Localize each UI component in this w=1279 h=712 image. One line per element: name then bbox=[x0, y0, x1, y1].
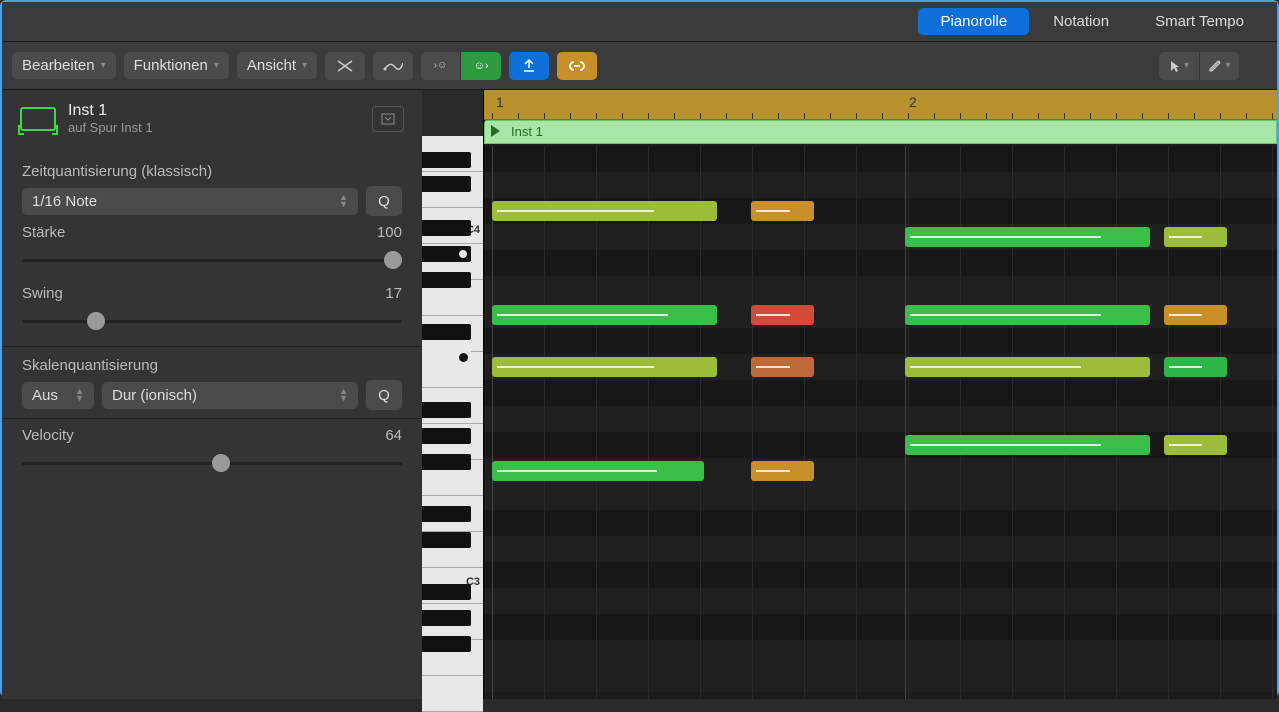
quantize-select[interactable]: 1/16 Note ▲▼ bbox=[22, 188, 358, 215]
midi-out-glyph: ›☺ bbox=[434, 60, 448, 71]
inspector-collapse-button[interactable] bbox=[372, 106, 404, 132]
region-name[interactable]: Inst 1 bbox=[68, 102, 153, 120]
midi-note[interactable] bbox=[905, 305, 1150, 325]
chevron-down-icon: ▾ bbox=[1184, 60, 1189, 71]
tab-smarttempo[interactable]: Smart Tempo bbox=[1133, 8, 1266, 35]
editor-tabs: Pianorolle Notation Smart Tempo bbox=[2, 2, 1277, 42]
slider-thumb[interactable] bbox=[212, 454, 230, 472]
stepper-icon: ▲▼ bbox=[75, 388, 84, 402]
tab-pianoroll[interactable]: Pianorolle bbox=[918, 8, 1029, 35]
midi-note[interactable] bbox=[492, 357, 717, 377]
scale-quant-label: Skalenquantisierung bbox=[22, 357, 402, 374]
scale-key-select[interactable]: Aus ▲▼ bbox=[22, 382, 94, 409]
midi-note[interactable] bbox=[905, 227, 1150, 247]
bar-number: 1 bbox=[496, 94, 504, 110]
stepper-icon: ▲▼ bbox=[339, 388, 348, 402]
scale-quantize-button[interactable]: Q bbox=[366, 380, 402, 410]
quantize-value: 1/16 Note bbox=[32, 193, 97, 210]
slider-thumb[interactable] bbox=[87, 312, 105, 330]
midi-note[interactable] bbox=[751, 357, 814, 377]
catch-icon[interactable] bbox=[509, 52, 549, 80]
automation-icon[interactable] bbox=[373, 52, 413, 80]
strength-slider[interactable] bbox=[22, 249, 402, 271]
chevron-down-icon: ▾ bbox=[214, 60, 219, 71]
midi-note[interactable] bbox=[751, 201, 814, 221]
chevron-down-icon: ▾ bbox=[302, 60, 307, 71]
play-icon bbox=[491, 125, 500, 137]
scale-mode-select[interactable]: Dur (ionisch) ▲▼ bbox=[102, 382, 358, 409]
instrument-icon bbox=[20, 107, 56, 131]
chevron-down-icon: ▾ bbox=[1225, 60, 1230, 71]
midi-note[interactable] bbox=[1164, 435, 1227, 455]
midi-note[interactable] bbox=[905, 357, 1150, 377]
view-menu[interactable]: Ansicht ▾ bbox=[237, 52, 317, 79]
velocity-value[interactable]: 64 bbox=[385, 427, 402, 444]
quantize-button[interactable]: Q bbox=[366, 186, 402, 216]
edit-label: Bearbeiten bbox=[22, 57, 95, 74]
velocity-slider[interactable] bbox=[22, 452, 402, 474]
edit-menu[interactable]: Bearbeiten ▾ bbox=[12, 52, 116, 79]
stepper-icon: ▲▼ bbox=[339, 194, 348, 208]
midi-note[interactable] bbox=[492, 305, 717, 325]
midi-note[interactable] bbox=[751, 461, 814, 481]
chevron-down-icon: ▾ bbox=[101, 60, 106, 71]
strength-label: Stärke bbox=[22, 224, 65, 241]
pencil-tool[interactable]: ▾ bbox=[1199, 52, 1239, 80]
quantize-label: Zeitquantisierung (klassisch) bbox=[22, 163, 402, 180]
scale-key-value: Aus bbox=[32, 387, 58, 404]
piano-keyboard[interactable]: C4C3 bbox=[422, 90, 484, 699]
tab-notation[interactable]: Notation bbox=[1031, 8, 1131, 35]
tool-selector: ▾ ▾ bbox=[1159, 52, 1239, 80]
midi-note[interactable] bbox=[751, 305, 814, 325]
midi-in-icon[interactable]: ›☺ bbox=[421, 52, 461, 80]
functions-label: Funktionen bbox=[134, 57, 208, 74]
velocity-label: Velocity bbox=[22, 427, 74, 444]
inspector-panel: Inst 1 auf Spur Inst 1 Zeitquantisierung… bbox=[2, 90, 422, 699]
slider-thumb[interactable] bbox=[384, 251, 402, 269]
bar-number: 2 bbox=[909, 94, 917, 110]
midi-note[interactable] bbox=[1164, 305, 1227, 325]
strength-value[interactable]: 100 bbox=[377, 224, 402, 241]
view-label: Ansicht bbox=[247, 57, 296, 74]
functions-menu[interactable]: Funktionen ▾ bbox=[124, 52, 229, 79]
link-icon[interactable] bbox=[557, 52, 597, 80]
region-header[interactable]: Inst 1 bbox=[484, 120, 1277, 144]
midi-note[interactable] bbox=[1164, 227, 1227, 247]
note-grid[interactable] bbox=[484, 146, 1277, 699]
pointer-tool[interactable]: ▾ bbox=[1159, 52, 1199, 80]
midi-note[interactable] bbox=[492, 201, 717, 221]
midi-out-glyph: ☺› bbox=[474, 60, 489, 72]
swing-value[interactable]: 17 bbox=[385, 285, 402, 302]
region-bar-label: Inst 1 bbox=[511, 124, 543, 139]
midi-note[interactable] bbox=[492, 461, 704, 481]
toolbar: Bearbeiten ▾ Funktionen ▾ Ansicht ▾ ›☺ ☺› ▾… bbox=[2, 42, 1277, 90]
piano-roll-editor: C4C3 1 2 Inst 1 bbox=[422, 90, 1277, 699]
collapse-icon[interactable] bbox=[325, 52, 365, 80]
scale-mode-value: Dur (ionisch) bbox=[112, 387, 197, 404]
midi-note[interactable] bbox=[905, 435, 1150, 455]
ruler[interactable]: 1 2 bbox=[484, 90, 1277, 120]
midi-note[interactable] bbox=[1164, 357, 1227, 377]
midi-out-icon[interactable]: ☺› bbox=[461, 52, 501, 80]
swing-label: Swing bbox=[22, 285, 63, 302]
region-track: auf Spur Inst 1 bbox=[68, 120, 153, 135]
swing-slider[interactable] bbox=[22, 310, 402, 332]
